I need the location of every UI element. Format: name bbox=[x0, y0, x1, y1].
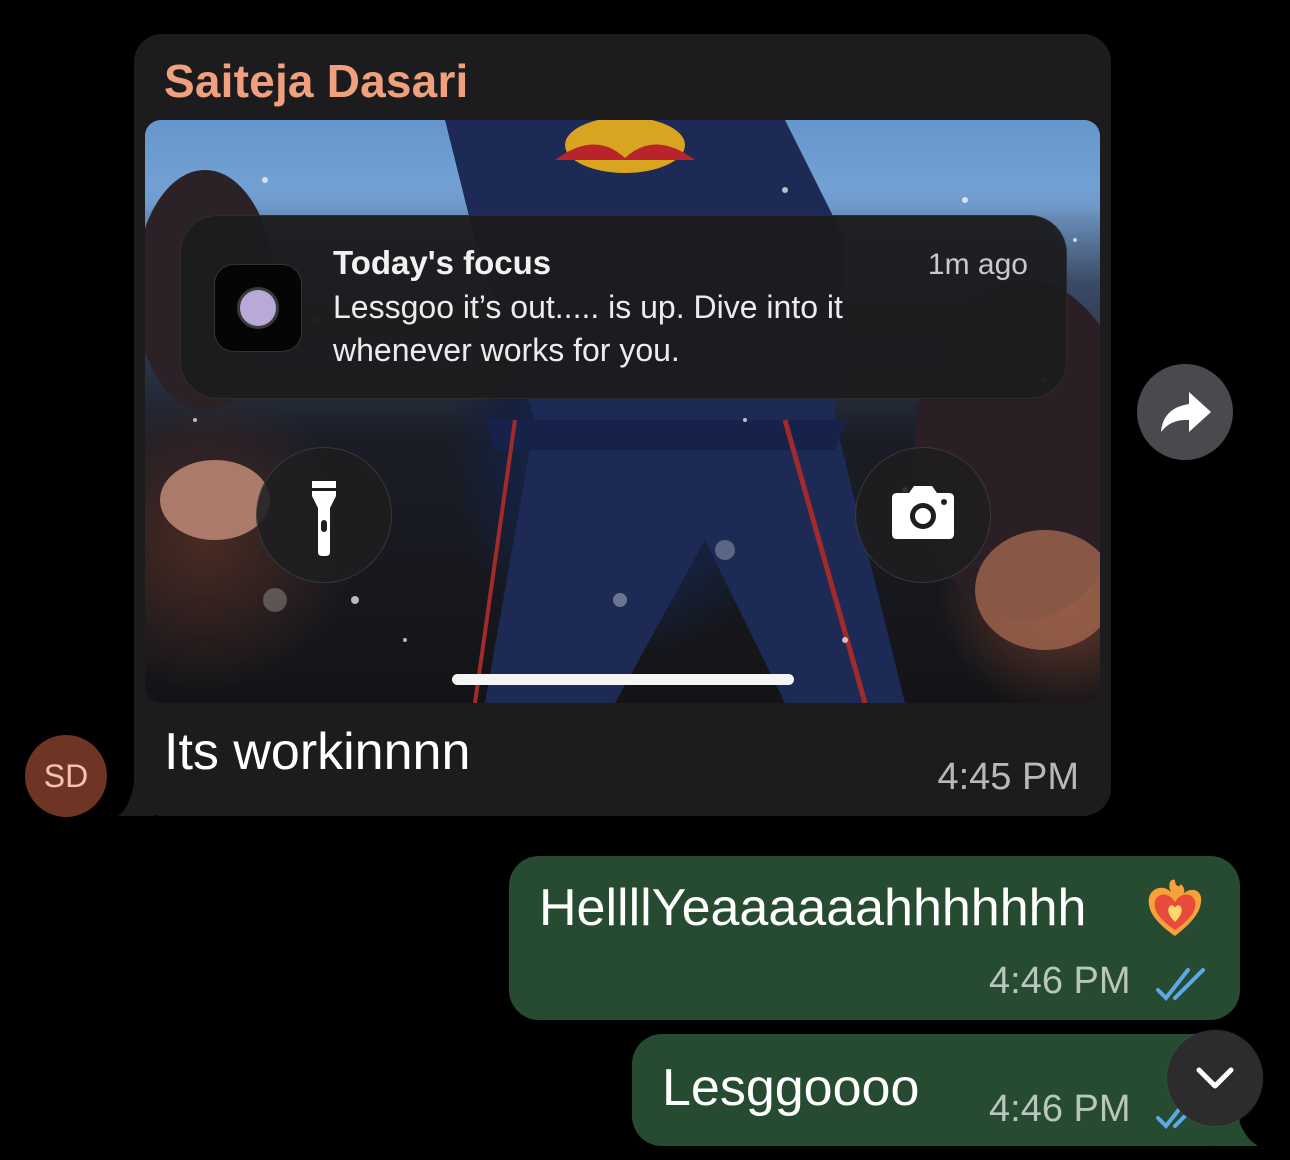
camera-button bbox=[855, 447, 991, 583]
incoming-message-bubble[interactable]: Saiteja Dasari Today's focus 1m ago Less… bbox=[134, 34, 1111, 816]
message-time: 4:46 PM bbox=[989, 1088, 1131, 1130]
message-time: 4:46 PM bbox=[989, 960, 1131, 1002]
camera-icon bbox=[892, 486, 954, 539]
forward-icon bbox=[1161, 392, 1211, 432]
shared-photo[interactable]: Today's focus 1m ago Lessgoo it’s out...… bbox=[145, 120, 1100, 703]
sender-name[interactable]: Saiteja Dasari bbox=[164, 54, 469, 108]
scroll-to-bottom-button[interactable] bbox=[1167, 1030, 1263, 1126]
notification-title: Today's focus bbox=[333, 244, 552, 281]
read-receipt-icon bbox=[1156, 968, 1205, 1002]
chevron-down-icon bbox=[1196, 1067, 1234, 1089]
notification-time: 1m ago bbox=[927, 248, 1028, 281]
outgoing-message-bubble[interactable]: Lesggoooo 4:46 PM bbox=[632, 1034, 1240, 1146]
message-text: Its workinnnn bbox=[164, 723, 471, 781]
message-time: 4:45 PM bbox=[937, 756, 1079, 798]
photo-scene bbox=[145, 120, 1100, 703]
flashlight-button bbox=[256, 447, 392, 583]
avatar[interactable]: SD bbox=[25, 735, 107, 817]
message-text: Lesggoooo bbox=[662, 1059, 920, 1117]
home-indicator bbox=[452, 674, 794, 685]
lock-screen-notification[interactable]: Today's focus 1m ago Lessgoo it’s out...… bbox=[180, 215, 1067, 399]
flashlight-icon bbox=[312, 481, 336, 556]
message-text: HellllYeaaaaaahhhhhhh bbox=[539, 879, 1087, 937]
outgoing-message-bubble[interactable]: HellllYeaaaaaahhhhhhh 4:46 PM bbox=[509, 856, 1240, 1020]
heart-on-fire-emoji bbox=[1148, 879, 1202, 936]
app-icon bbox=[214, 264, 302, 352]
notification-body: Lessgoo it’s out..... is up. Dive into i… bbox=[333, 289, 843, 368]
forward-button[interactable] bbox=[1137, 364, 1233, 460]
